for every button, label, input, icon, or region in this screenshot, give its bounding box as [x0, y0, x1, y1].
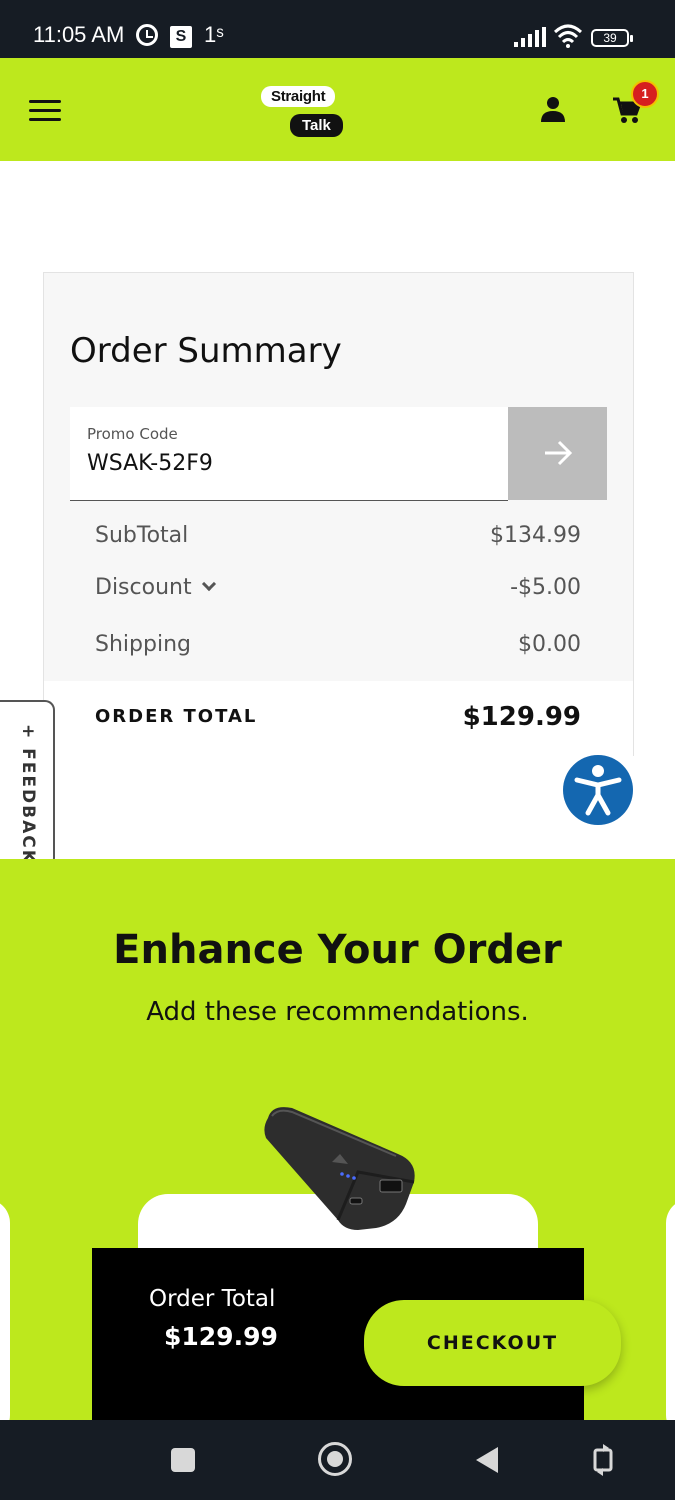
home-icon[interactable] — [318, 1442, 352, 1476]
discount-label: Discount — [95, 575, 192, 600]
shipping-value: $0.00 — [518, 632, 581, 657]
feedback-label: + FEEDBACK — [18, 724, 38, 865]
accessibility-button[interactable] — [563, 755, 633, 825]
order-summary-title: Order Summary — [70, 331, 342, 371]
promo-code-input[interactable]: Promo Code WSAK-52F9 — [70, 407, 508, 501]
system-nav-bar — [0, 1420, 675, 1500]
order-total-row: ORDER TOTAL $129.99 — [44, 681, 633, 756]
user-icon[interactable] — [540, 96, 566, 122]
checkout-button[interactable]: CHECKOUT — [364, 1300, 621, 1386]
apply-promo-button[interactable] — [508, 407, 607, 500]
site-header: Straight Talk — [0, 58, 675, 161]
signal-icon — [514, 27, 546, 47]
status-time: 11:05 AM — [33, 22, 125, 47]
recommendation-card-next[interactable] — [666, 1199, 675, 1421]
checkout-order-total-value: $129.99 — [164, 1322, 278, 1351]
order-total-label: ORDER TOTAL — [95, 706, 258, 727]
recommendation-card-prev[interactable] — [0, 1199, 10, 1421]
subtotal-label: SubTotal — [95, 523, 189, 548]
order-total-value: $129.99 — [462, 702, 581, 732]
hamburger-menu-icon[interactable] — [29, 100, 61, 122]
wifi-icon — [553, 24, 583, 48]
cart-count-badge: 1 — [631, 80, 659, 108]
alarm-icon — [136, 24, 158, 46]
arrow-right-icon — [545, 440, 573, 466]
straight-talk-logo[interactable]: Straight Talk — [258, 84, 362, 144]
feedback-tab[interactable]: + FEEDBACK — [0, 700, 55, 868]
promo-code-value[interactable]: WSAK-52F9 — [87, 451, 213, 476]
checkout-order-total-label: Order Total — [149, 1286, 276, 1312]
s-app-icon: S — [170, 26, 192, 48]
chevron-down-icon[interactable] — [201, 576, 216, 592]
logo-text-top: Straight — [261, 86, 336, 107]
rotate-icon[interactable] — [591, 1444, 615, 1476]
subtotal-value: $134.99 — [490, 523, 581, 548]
power-bank-product-image[interactable] — [258, 1104, 420, 1234]
battery-icon: 39 — [591, 29, 633, 47]
promo-code-label: Promo Code — [87, 425, 178, 443]
back-icon[interactable] — [476, 1447, 498, 1473]
shipping-label: Shipping — [95, 632, 191, 657]
status-extra: 1ˢ — [204, 22, 224, 47]
enhance-title: Enhance Your Order — [113, 927, 562, 973]
discount-value: -$5.00 — [510, 575, 581, 600]
enhance-subtitle: Add these recommendations. — [146, 997, 529, 1027]
order-summary-card: Order Summary Promo Code WSAK-52F9 SubTo… — [43, 272, 634, 756]
status-bar: 11:05 AM S 1ˢ 39 — [0, 0, 675, 58]
logo-text-bottom: Talk — [290, 114, 343, 137]
recent-apps-icon[interactable] — [171, 1448, 195, 1472]
discount-toggle[interactable]: Discount — [95, 575, 216, 600]
accessibility-icon — [574, 765, 622, 816]
